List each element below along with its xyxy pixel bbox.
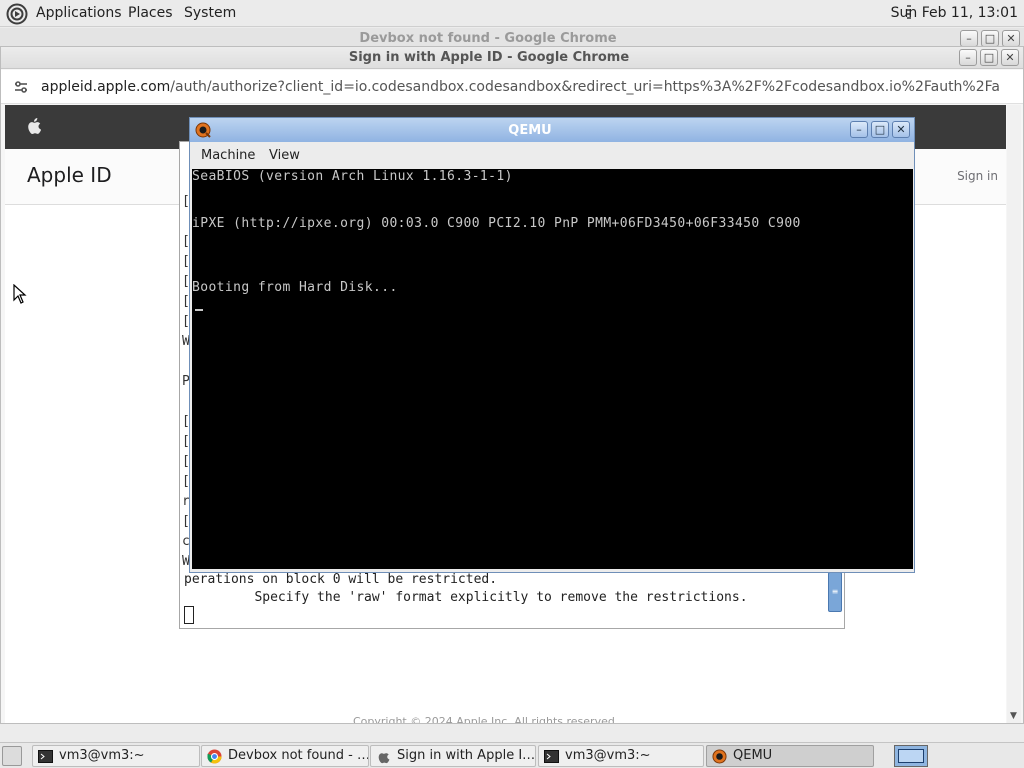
bios-line: iPXE (http://ipxe.org) 00:03.0 C900 PCI2… <box>192 216 801 231</box>
qemu-title: QEMU <box>508 123 552 138</box>
taskbar-item-terminal-2[interactable]: vm3@vm3:~ <box>538 745 704 767</box>
copyright-text: Copyright © 2024 Apple Inc. All rights r… <box>353 715 619 723</box>
apple-icon <box>378 753 390 764</box>
close-button[interactable]: ✕ <box>1002 30 1020 47</box>
taskbar-item-chrome-devbox[interactable]: Devbox not found - … <box>201 745 369 767</box>
qemu-window-controls: – □ ✕ <box>850 121 910 138</box>
scroll-down-icon[interactable]: ▼ <box>1010 711 1017 721</box>
window-controls: – □ ✕ <box>959 49 1019 66</box>
close-button[interactable]: ✕ <box>892 121 910 138</box>
site-info-icon[interactable] <box>13 79 29 95</box>
qemu-menubar: Machine View <box>190 143 914 168</box>
mouse-pointer-icon <box>13 284 27 304</box>
maximize-button[interactable]: □ <box>871 121 889 138</box>
terminal-icon <box>38 750 53 763</box>
minimize-button[interactable]: – <box>959 49 977 66</box>
machine-menu[interactable]: Machine <box>201 148 255 163</box>
minimize-button[interactable]: – <box>960 30 978 47</box>
taskbar-item-qemu[interactable]: QEMU <box>706 745 874 767</box>
applications-menu[interactable]: Applications <box>36 5 122 21</box>
qemu-titlebar[interactable]: QEMU – □ ✕ <box>190 118 914 142</box>
qemu-window: QEMU – □ ✕ Machine View SeaBIOS (version… <box>189 117 915 573</box>
top-panel: Applications Places System Sun Feb 11, 1… <box>0 0 1024 27</box>
url-host: appleid.apple.com <box>41 79 171 95</box>
view-menu[interactable]: View <box>269 148 300 163</box>
maximize-button[interactable]: □ <box>980 49 998 66</box>
system-menu[interactable]: System <box>184 5 236 21</box>
bios-line: Booting from Hard Disk... <box>192 280 398 295</box>
places-menu[interactable]: Places <box>128 5 173 21</box>
terminal-cursor <box>184 606 194 624</box>
terminal-line: Specify the 'raw' format explicitly to r… <box>184 590 748 605</box>
address-bar[interactable]: appleid.apple.com/auth/authorize?client_… <box>1 70 1023 104</box>
window-title: Sign in with Apple ID - Google Chrome <box>348 50 630 65</box>
chrome-icon <box>207 749 222 764</box>
page-scrollbar[interactable]: ▼ <box>1007 105 1021 723</box>
taskbar: vm3@vm3:~ Devbox not found - … Sign in w… <box>0 742 1024 768</box>
chrome-titlebar[interactable]: Sign in with Apple ID - Google Chrome – … <box>1 47 1023 69</box>
maximize-button[interactable]: □ <box>981 30 999 47</box>
background-window-title: Devbox not found - Google Chrome <box>359 31 617 46</box>
apple-id-brand[interactable]: Apple ID <box>27 163 112 187</box>
terminal-scrollbar-thumb[interactable]: ≡ <box>828 572 842 612</box>
background-window-controls: – □ ✕ <box>960 30 1020 47</box>
apple-logo-icon[interactable] <box>27 117 41 135</box>
taskbar-item-label: QEMU <box>733 748 773 763</box>
console-cursor <box>195 309 203 311</box>
qemu-icon <box>712 749 727 764</box>
terminal-line: perations on block 0 will be restricted. <box>184 572 498 587</box>
taskbar-item-chrome-apple[interactable]: Sign in with Apple I… <box>370 745 536 767</box>
clock[interactable]: Sun Feb 11, 13:01 <box>891 5 1018 21</box>
taskbar-item-terminal[interactable]: vm3@vm3:~ <box>32 745 200 767</box>
qemu-display[interactable]: SeaBIOS (version Arch Linux 1.16.3-1-1) … <box>192 169 913 569</box>
gnome-foot-icon[interactable] <box>6 3 28 25</box>
bios-line: SeaBIOS (version Arch Linux 1.16.3-1-1) <box>192 169 513 184</box>
url-path: /auth/authorize?client_id=io.codesandbox… <box>170 79 1001 95</box>
workspace-switcher[interactable] <box>894 745 928 767</box>
terminal-icon <box>544 750 559 763</box>
taskbar-item-label: Sign in with Apple I… <box>397 748 536 763</box>
taskbar-item-label: vm3@vm3:~ <box>59 748 145 763</box>
taskbar-item-label: vm3@vm3:~ <box>565 748 651 763</box>
close-button[interactable]: ✕ <box>1001 49 1019 66</box>
show-desktop-button[interactable] <box>2 746 22 766</box>
url-text[interactable]: appleid.apple.com/auth/authorize?client_… <box>41 79 1001 95</box>
minimize-button[interactable]: – <box>850 121 868 138</box>
sign-in-link[interactable]: Sign in <box>957 169 998 183</box>
taskbar-item-label: Devbox not found - … <box>228 748 369 763</box>
background-chrome-titlebar[interactable]: Devbox not found - Google Chrome – □ ✕ <box>0 28 1024 48</box>
